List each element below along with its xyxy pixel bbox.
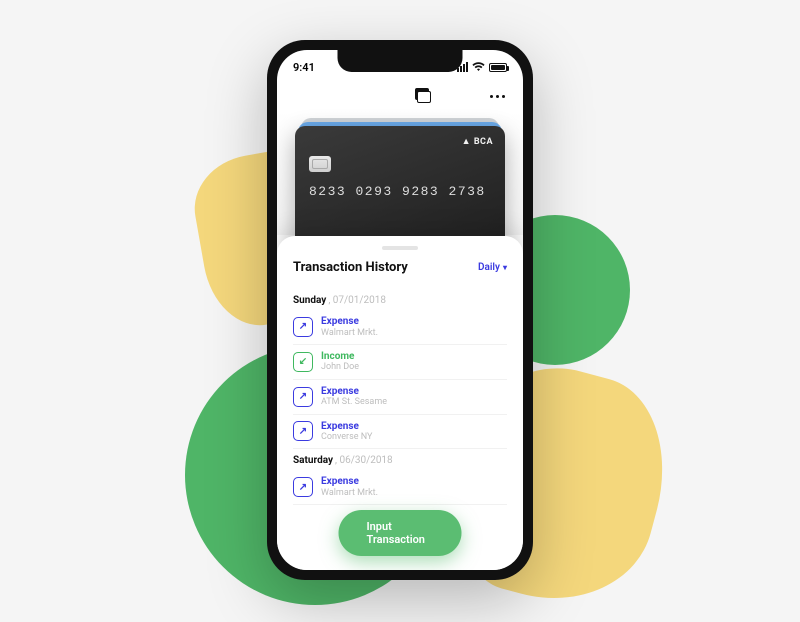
arrow-out-icon: ↗ xyxy=(293,387,313,407)
day-header: Sunday, 07/01/2018 xyxy=(293,295,507,306)
card-area: ▲ BCA 8233 0293 9283 2738 08/23 xyxy=(277,110,523,235)
phone-frame: 9:41 ▲ BCA 8233 0293 9283 2738 xyxy=(267,40,533,580)
day-date: , 06/30/2018 xyxy=(335,455,393,466)
transaction-subtitle: Walmart Mrkt. xyxy=(321,328,378,338)
wifi-icon xyxy=(472,62,485,72)
status-time: 9:41 xyxy=(293,61,315,74)
transaction-subtitle: John Doe xyxy=(321,362,359,372)
card-number: 8233 0293 9283 2738 xyxy=(309,184,491,199)
arrow-in-icon: ↙ xyxy=(293,352,313,372)
input-transaction-label: Input Transaction xyxy=(367,520,425,546)
transaction-sheet: Transaction History Daily ▾ Sunday, 07/0… xyxy=(277,236,523,570)
transaction-type: Expense xyxy=(321,316,378,328)
filter-label: Daily xyxy=(478,262,500,273)
filter-dropdown[interactable]: Daily ▾ xyxy=(478,262,507,273)
transaction-row[interactable]: ↗ ExpenseATM St. Sesame xyxy=(293,380,507,415)
transaction-text: ExpenseWalmart Mrkt. xyxy=(321,316,378,338)
battery-icon xyxy=(489,63,507,72)
sheet-title: Transaction History xyxy=(293,260,408,275)
more-menu-button[interactable] xyxy=(490,95,505,98)
credit-card[interactable]: ▲ BCA 8233 0293 9283 2738 08/23 xyxy=(295,126,505,251)
transaction-type: Expense xyxy=(321,386,387,398)
transaction-text: IncomeJohn Doe xyxy=(321,351,359,373)
arrow-out-icon: ↗ xyxy=(293,317,313,337)
arrow-out-icon: ↗ xyxy=(293,477,313,497)
card-brand: ▲ BCA xyxy=(462,136,493,147)
input-transaction-button[interactable]: Input Transaction xyxy=(339,510,462,556)
transaction-text: ExpenseATM St. Sesame xyxy=(321,386,387,408)
transaction-text: ExpenseWalmart Mrkt. xyxy=(321,476,378,498)
transaction-subtitle: ATM St. Sesame xyxy=(321,397,387,407)
transaction-row[interactable]: ↗ ExpenseWalmart Mrkt. xyxy=(293,470,507,505)
day-name: Saturday xyxy=(293,455,333,466)
transaction-type: Expense xyxy=(321,476,378,488)
status-icons xyxy=(457,62,507,72)
transaction-list: Sunday, 07/01/2018↗ExpenseWalmart Mrkt.↙… xyxy=(293,289,507,505)
transaction-row[interactable]: ↗ ExpenseWalmart Mrkt. xyxy=(293,310,507,345)
transaction-type: Income xyxy=(321,351,359,363)
card-chip-icon xyxy=(309,156,331,172)
day-name: Sunday xyxy=(293,295,326,306)
sheet-drag-handle[interactable] xyxy=(382,246,418,250)
phone-screen: 9:41 ▲ BCA 8233 0293 9283 2738 xyxy=(277,50,523,570)
transaction-row[interactable]: ↙ IncomeJohn Doe xyxy=(293,345,507,380)
phone-notch xyxy=(338,50,463,72)
chevron-down-icon: ▾ xyxy=(503,263,507,272)
transaction-subtitle: Converse NY xyxy=(321,432,372,442)
day-header: Saturday, 06/30/2018 xyxy=(293,455,507,466)
app-header xyxy=(277,78,523,110)
wallet-icon[interactable] xyxy=(415,88,431,104)
transaction-text: ExpenseConverse NY xyxy=(321,421,372,443)
transaction-row[interactable]: ↗ ExpenseConverse NY xyxy=(293,415,507,450)
transaction-subtitle: Walmart Mrkt. xyxy=(321,488,378,498)
day-date: , 07/01/2018 xyxy=(328,295,386,306)
transaction-type: Expense xyxy=(321,421,372,433)
arrow-out-icon: ↗ xyxy=(293,421,313,441)
